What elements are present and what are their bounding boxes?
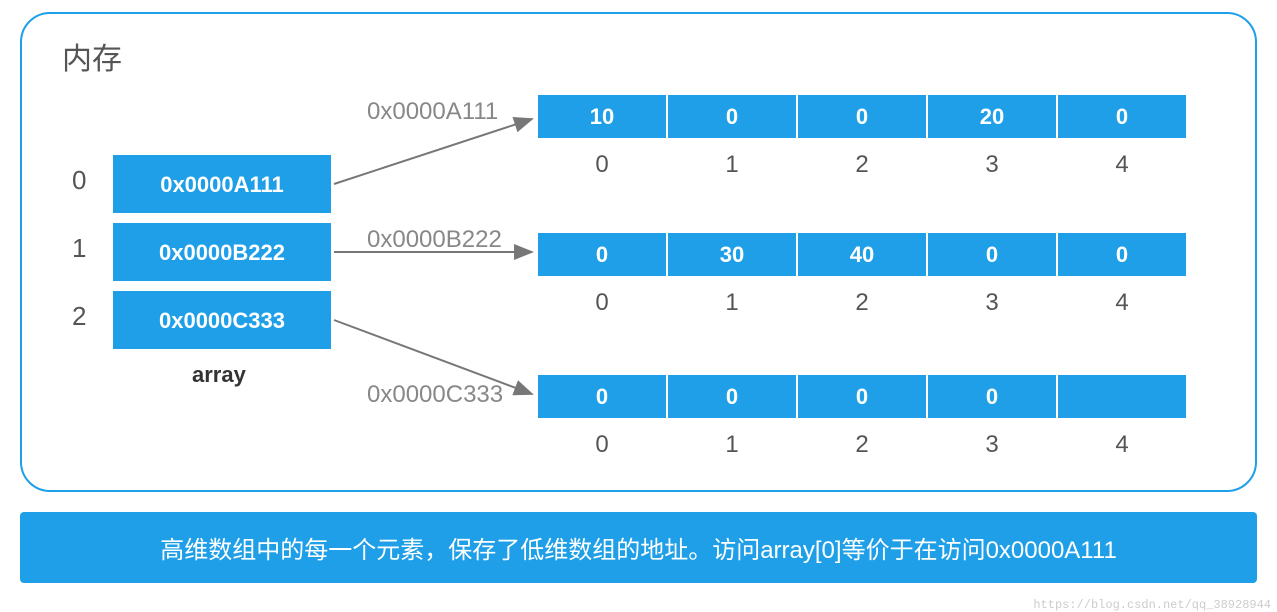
svg-text:0: 0	[726, 384, 738, 409]
svg-text:20: 20	[980, 104, 1004, 129]
svg-text:0: 0	[596, 384, 608, 409]
svg-text:3: 3	[985, 431, 998, 458]
row-addr-1: 0x0000B222	[367, 226, 502, 253]
svg-text:3: 3	[985, 151, 998, 178]
svg-text:0: 0	[856, 384, 868, 409]
svg-text:4: 4	[1115, 289, 1128, 316]
svg-text:3: 3	[985, 289, 998, 316]
svg-text:0: 0	[986, 384, 998, 409]
pointer-array: 0 0x0000A111 1 0x0000B222 2 0x0000C333 a…	[72, 154, 332, 387]
svg-text:10: 10	[590, 104, 614, 129]
svg-text:2: 2	[855, 151, 868, 178]
svg-text:1: 1	[725, 151, 738, 178]
row-addr-0: 0x0000A111	[367, 98, 498, 125]
footer-explanation: 高维数组中的每一个元素，保存了低维数组的地址。访问array[0]等价于在访问0…	[20, 512, 1257, 583]
memory-diagram: 内存 0 0x0000A111 1 0x0000B222 2 0x0000C33…	[20, 12, 1257, 492]
svg-text:0: 0	[595, 289, 608, 316]
ptr-index-0: 0	[72, 165, 86, 195]
svg-text:4: 4	[1115, 151, 1128, 178]
ptr-cell-0	[112, 154, 332, 214]
row-1: 0 30 40 0 0 0 1 2 3 4	[537, 232, 1187, 316]
svg-text:1: 1	[725, 289, 738, 316]
ptr-cell-2	[112, 290, 332, 350]
svg-text:0: 0	[986, 242, 998, 267]
ptr-cell-0-text: 0x0000A111	[160, 172, 284, 197]
svg-text:0: 0	[596, 242, 608, 267]
ptr-index-2: 2	[72, 301, 86, 331]
svg-text:0: 0	[595, 151, 608, 178]
svg-text:30: 30	[720, 242, 744, 267]
ptr-cell-1	[112, 222, 332, 282]
arrow-0	[334, 119, 532, 184]
svg-text:0: 0	[856, 104, 868, 129]
diagram-svg: 0 0x0000A111 1 0x0000B222 2 0x0000C333 a…	[22, 14, 1232, 474]
row-2: 0 0 0 0 0 1 2 3 4	[537, 374, 1187, 458]
svg-text:40: 40	[850, 242, 874, 267]
svg-text:1: 1	[725, 431, 738, 458]
svg-text:2: 2	[855, 431, 868, 458]
arrow-2	[334, 320, 532, 394]
row-addr-2: 0x0000C333	[367, 381, 503, 408]
svg-text:4: 4	[1115, 431, 1128, 458]
svg-text:0: 0	[726, 104, 738, 129]
row-0: 10 0 0 20 0 0 1 2 3 4	[537, 94, 1187, 178]
svg-text:0: 0	[1116, 242, 1128, 267]
ptr-index-1: 1	[72, 233, 86, 263]
memory-title: 内存	[62, 34, 1225, 78]
ptr-cell-2-text: 0x0000C333	[159, 308, 285, 333]
ptr-cell-1-text: 0x0000B222	[159, 240, 285, 265]
svg-text:0: 0	[595, 431, 608, 458]
svg-text:0: 0	[1116, 104, 1128, 129]
array-label: array	[192, 362, 247, 387]
svg-text:2: 2	[855, 289, 868, 316]
